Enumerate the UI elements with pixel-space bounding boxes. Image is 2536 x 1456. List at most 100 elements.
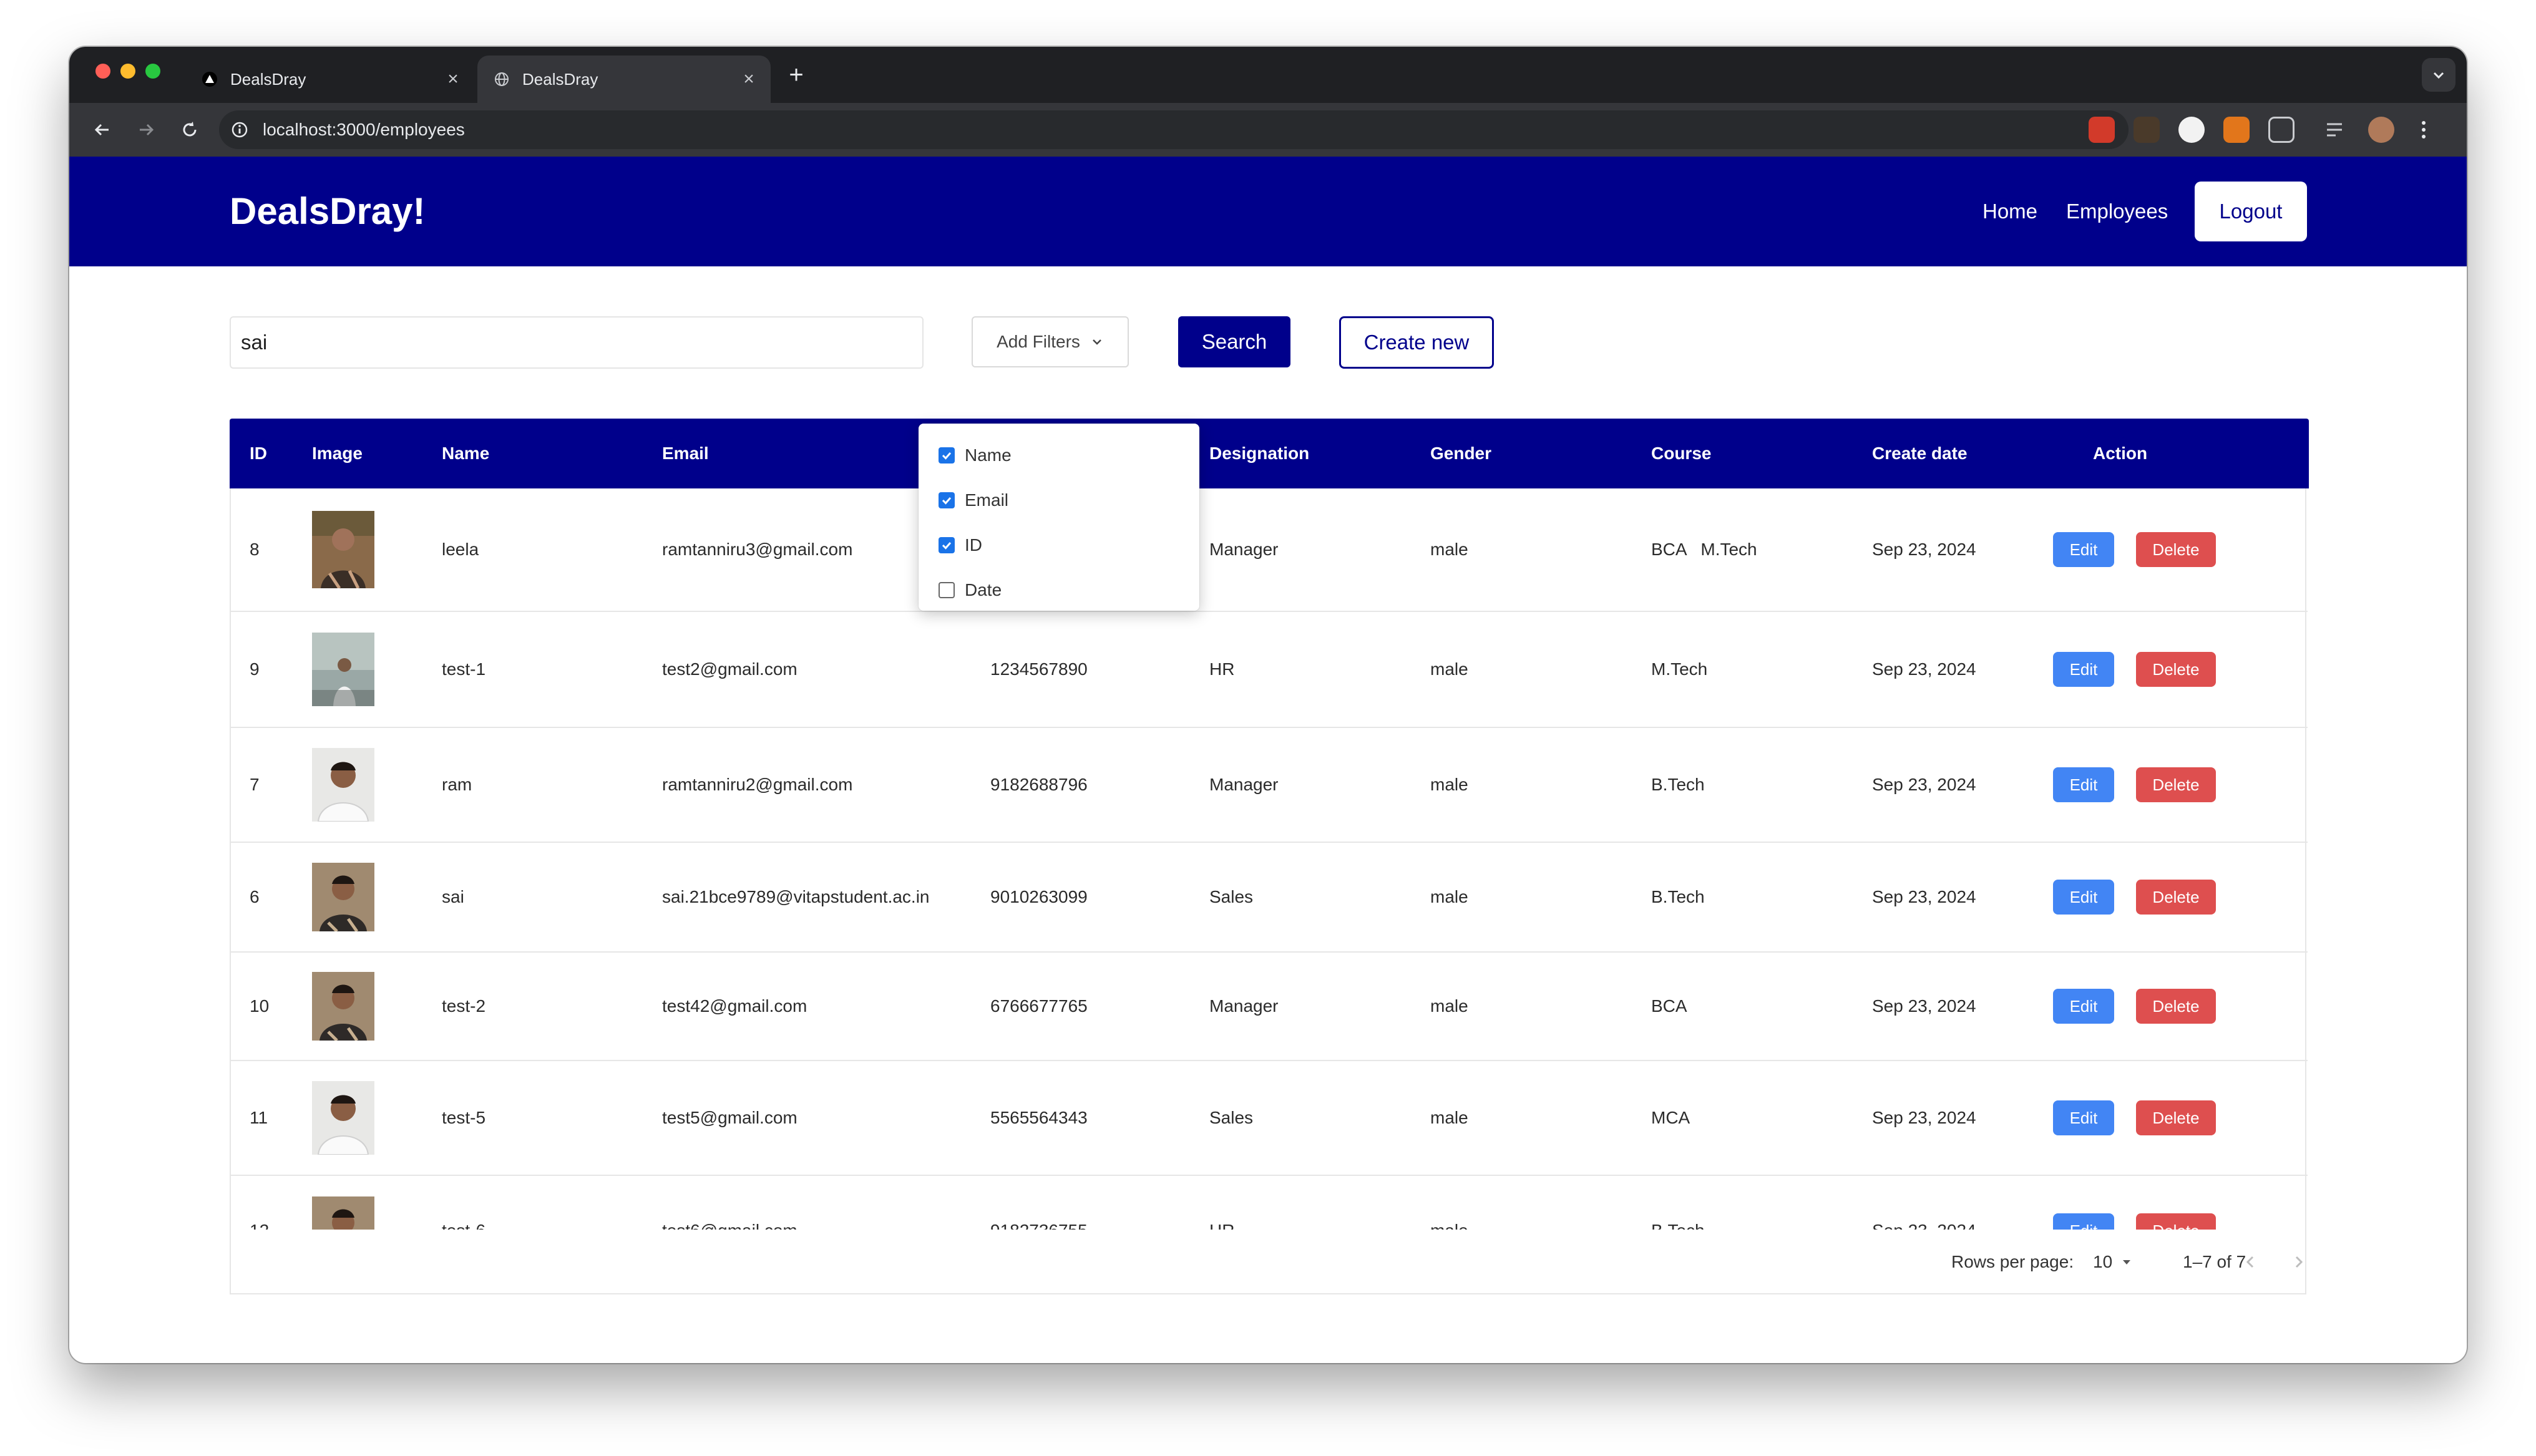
- nav-employees-link[interactable]: Employees: [2066, 157, 2168, 266]
- edit-button[interactable]: Edit: [2053, 880, 2114, 915]
- address-bar[interactable]: localhost:3000/employees: [219, 110, 2129, 149]
- employee-avatar: [312, 972, 374, 1041]
- search-input[interactable]: [230, 316, 924, 369]
- maximize-window-button[interactable]: [145, 64, 160, 79]
- reading-list-icon[interactable]: [2323, 117, 2349, 143]
- browser-toolbar: localhost:3000/employees: [69, 103, 2467, 157]
- minimize-window-button[interactable]: [120, 64, 135, 79]
- close-icon[interactable]: ×: [444, 70, 462, 89]
- rows-per-page-select[interactable]: 10: [2093, 1230, 2132, 1294]
- rows-per-page-label: Rows per page:: [1951, 1252, 2074, 1271]
- checkbox-unchecked-icon[interactable]: [939, 582, 955, 598]
- profile-avatar-icon[interactable]: [2368, 117, 2394, 143]
- globe-icon: [492, 70, 511, 89]
- cell-gender: male: [1430, 659, 1468, 679]
- table-row: 8 leela ramtanniru3@gmail.com Manager ma…: [231, 488, 2308, 612]
- delete-button[interactable]: Delete: [2136, 652, 2216, 687]
- edit-button[interactable]: Edit: [2053, 1100, 2114, 1135]
- cell-gender: male: [1430, 1108, 1468, 1127]
- create-new-button[interactable]: Create new: [1339, 316, 1494, 369]
- kebab-menu-icon[interactable]: [2411, 117, 2437, 143]
- filter-option-label: Name: [965, 445, 1012, 465]
- metamask-icon[interactable]: [2223, 117, 2250, 143]
- cell-mobile: 9182736755: [990, 1221, 1088, 1230]
- cell-id: 12: [250, 1221, 269, 1230]
- table-row: 7 ram ramtanniru2@gmail.com 9182688796 M…: [231, 728, 2308, 843]
- filter-option-email[interactable]: Email: [939, 485, 1008, 516]
- checkbox-checked-icon[interactable]: [939, 537, 955, 553]
- browser-tab-1[interactable]: DealsDray ×: [185, 56, 475, 103]
- filter-option-date[interactable]: Date: [939, 575, 1002, 606]
- browser-window: DealsDray × DealsDray × + localhost:3000…: [69, 47, 2467, 1363]
- brand-logo[interactable]: DealsDray!: [230, 157, 426, 266]
- cell-email: test2@gmail.com: [662, 659, 797, 679]
- url-text: localhost:3000/employees: [263, 120, 465, 139]
- delete-button[interactable]: Delete: [2136, 1213, 2216, 1230]
- tab-search-button[interactable]: [2422, 58, 2456, 92]
- search-button[interactable]: Search: [1178, 316, 1290, 367]
- table-row: 12 test-6 test6@gmail.com 9182736755 HR …: [231, 1176, 2308, 1230]
- next-page-icon[interactable]: [2284, 1247, 2314, 1277]
- edit-button[interactable]: Edit: [2053, 1213, 2114, 1230]
- site-info-icon[interactable]: [228, 118, 251, 142]
- cell-designation: HR: [1209, 659, 1235, 679]
- tab-bar: DealsDray × DealsDray × +: [69, 47, 2467, 103]
- back-icon[interactable]: [88, 115, 117, 144]
- filter-option-name[interactable]: Name: [939, 440, 1012, 471]
- filter-option-label: Email: [965, 490, 1009, 510]
- cell-name: test-1: [442, 659, 486, 679]
- cell-designation: Manager: [1209, 775, 1279, 794]
- cell-course: MCA: [1651, 1108, 1690, 1127]
- cell-name: sai: [442, 887, 464, 906]
- reload-icon[interactable]: [175, 115, 204, 144]
- cell-designation: Manager: [1209, 540, 1279, 559]
- table-body: 8 leela ramtanniru3@gmail.com Manager ma…: [231, 488, 2308, 1230]
- edit-button[interactable]: Edit: [2053, 767, 2114, 802]
- table-row: 6 sai sai.21bce9789@vitapstudent.ac.in 9…: [231, 843, 2308, 953]
- filter-option-id[interactable]: ID: [939, 530, 982, 561]
- extension-icon[interactable]: [2178, 117, 2205, 143]
- employee-avatar: [312, 748, 374, 822]
- close-window-button[interactable]: [95, 64, 110, 79]
- cell-mobile: 5565564343: [990, 1108, 1088, 1127]
- table-header: ID Image Name Email Designation Gender C…: [230, 419, 2309, 488]
- cell-id: 11: [250, 1108, 268, 1127]
- filter-option-label: Date: [965, 580, 1002, 599]
- delete-button[interactable]: Delete: [2136, 880, 2216, 915]
- employee-avatar: [312, 1196, 374, 1230]
- edit-button[interactable]: Edit: [2053, 652, 2114, 687]
- edit-button[interactable]: Edit: [2053, 989, 2114, 1024]
- delete-button[interactable]: Delete: [2136, 989, 2216, 1024]
- puzzle-icon[interactable]: [2268, 117, 2295, 143]
- table-row: 9 test-1 test2@gmail.com 1234567890 HR m…: [231, 612, 2308, 728]
- tab-title: DealsDray: [230, 69, 306, 89]
- checkbox-checked-icon[interactable]: [939, 447, 955, 463]
- browser-tab-2[interactable]: DealsDray ×: [477, 56, 771, 103]
- delete-button[interactable]: Delete: [2136, 767, 2216, 802]
- new-tab-icon[interactable]: +: [782, 61, 811, 89]
- column-header-create-date: Create date: [1872, 444, 1968, 463]
- cell-course: M.Tech: [1651, 659, 1708, 679]
- previous-page-icon[interactable]: [2235, 1247, 2265, 1277]
- cell-designation: Manager: [1209, 996, 1279, 1016]
- checkbox-checked-icon[interactable]: [939, 492, 955, 508]
- delete-button[interactable]: Delete: [2136, 1100, 2216, 1135]
- logout-button[interactable]: Logout: [2195, 182, 2307, 241]
- extension-icon[interactable]: [2134, 117, 2160, 143]
- forward-icon[interactable]: [132, 115, 160, 144]
- delete-button[interactable]: Delete: [2136, 532, 2216, 567]
- add-filters-button[interactable]: Add Filters: [972, 316, 1129, 367]
- cell-id: 9: [250, 659, 260, 679]
- cell-gender: male: [1430, 775, 1468, 794]
- cell-course: BCA: [1651, 996, 1687, 1016]
- employee-avatar: [312, 511, 374, 588]
- column-header-course: Course: [1651, 444, 1712, 463]
- cell-course: B.Tech: [1651, 887, 1705, 906]
- edit-button[interactable]: Edit: [2053, 532, 2114, 567]
- cell-mobile: 6766677765: [990, 996, 1088, 1016]
- nav-home-link[interactable]: Home: [1982, 157, 2037, 266]
- extension-icon[interactable]: [2089, 117, 2115, 143]
- cell-gender: male: [1430, 996, 1468, 1016]
- close-icon[interactable]: ×: [739, 70, 758, 89]
- employee-table: ID Image Name Email Designation Gender C…: [230, 419, 2309, 1294]
